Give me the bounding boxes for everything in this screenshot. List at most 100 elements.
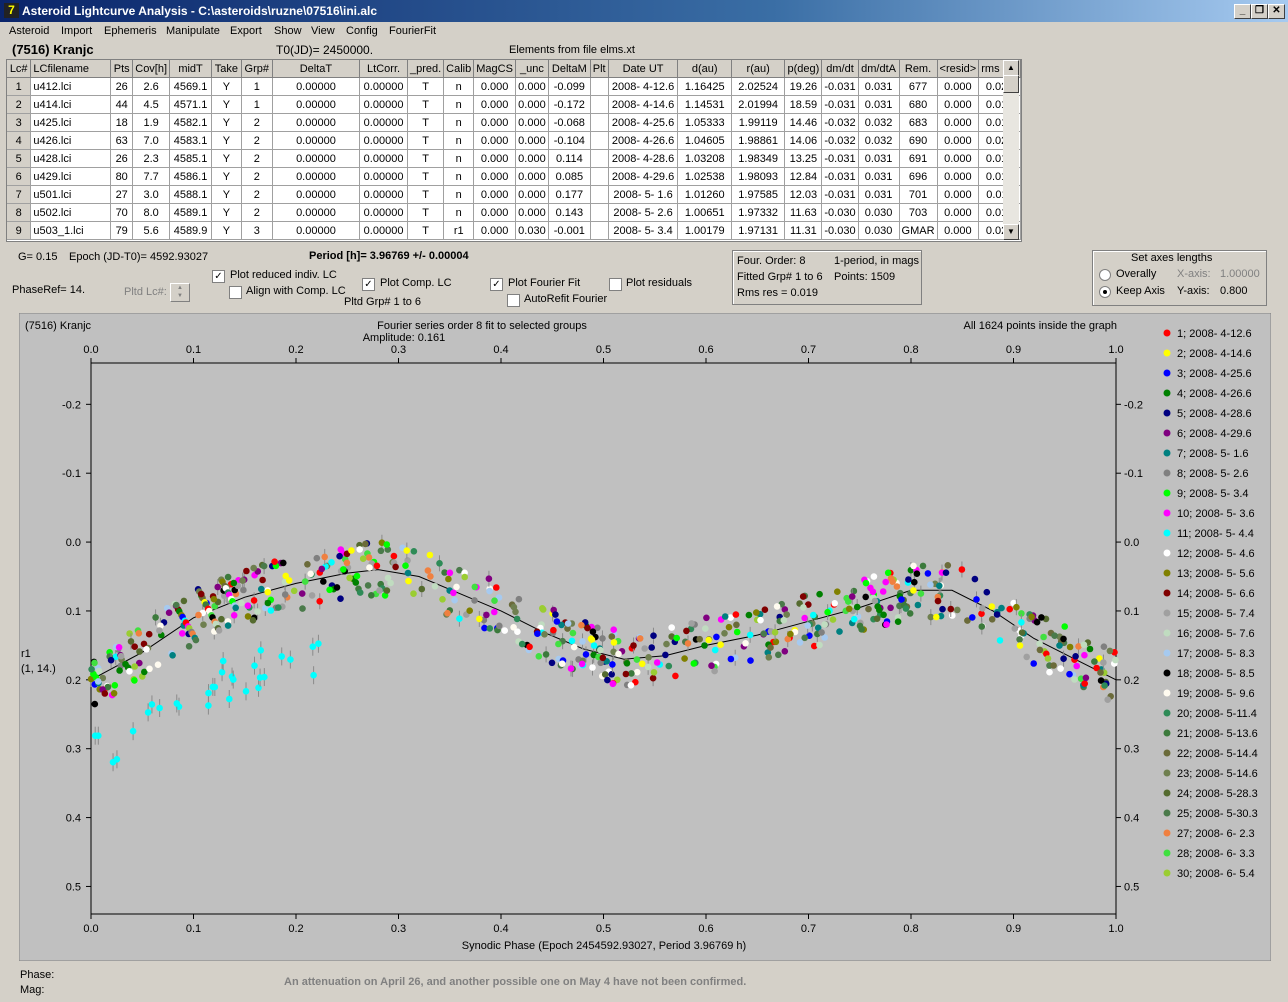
table-cell[interactable]: 0.000 xyxy=(515,131,549,150)
table-cell[interactable]: 2.6 xyxy=(132,77,171,96)
table-cell[interactable]: 0.000 xyxy=(473,221,516,240)
table-cell[interactable]: 1.14531 xyxy=(677,95,732,114)
table-cell[interactable]: Y xyxy=(211,131,242,150)
column-header[interactable]: LtCorr. xyxy=(359,60,408,78)
column-header[interactable]: _unc xyxy=(515,60,549,78)
table-cell[interactable]: 683 xyxy=(899,113,938,132)
column-header[interactable]: <resid> xyxy=(937,60,980,78)
table-cell[interactable]: 1.97332 xyxy=(731,203,786,222)
table-scrollbar[interactable]: ▲ ▼ xyxy=(1003,60,1019,240)
column-header[interactable]: MagCS xyxy=(473,60,516,78)
table-cell[interactable]: T xyxy=(407,149,445,168)
table-cell[interactable]: -0.030 xyxy=(821,203,859,222)
table-cell[interactable]: 2 xyxy=(241,203,273,222)
table-cell[interactable]: 7.7 xyxy=(132,167,171,186)
column-header[interactable]: Grp# xyxy=(241,60,273,78)
lightcurve-table[interactable]: Lc# LCfilename Pts Cov[h] midT Take Grp# DeltaT… xyxy=(6,59,1022,242)
table-cell[interactable]: n xyxy=(443,113,475,132)
scroll-up-icon[interactable]: ▲ xyxy=(1003,60,1019,76)
table-cell[interactable] xyxy=(590,95,609,114)
table-cell[interactable]: 5.6 xyxy=(132,221,171,240)
table-cell[interactable]: 0.000 xyxy=(515,95,549,114)
table-cell[interactable]: 7.0 xyxy=(132,131,171,150)
table-cell[interactable]: 0.030 xyxy=(858,203,900,222)
menu-view[interactable]: View xyxy=(311,25,335,37)
table-cell[interactable]: u428.lci xyxy=(30,149,112,168)
table-cell[interactable]: u426.lci xyxy=(30,131,112,150)
table-cell[interactable]: 0.030 xyxy=(515,221,549,240)
table-cell[interactable]: r1 xyxy=(443,221,475,240)
column-header[interactable]: Plt xyxy=(590,60,609,78)
table-cell[interactable]: 13.25 xyxy=(784,149,823,168)
overally-radio[interactable] xyxy=(1099,269,1111,281)
menu-asteroid[interactable]: Asteroid xyxy=(9,25,49,37)
table-cell[interactable]: 2.3 xyxy=(132,149,171,168)
table-cell[interactable]: u501.lci xyxy=(30,185,112,204)
table-cell[interactable]: 0.00000 xyxy=(359,203,408,222)
table-cell[interactable]: 4569.1 xyxy=(169,77,212,96)
table-cell[interactable]: 0.00000 xyxy=(272,131,361,150)
table-cell[interactable]: 1 xyxy=(7,77,32,96)
table-cell[interactable]: 0.031 xyxy=(858,77,900,96)
table-cell[interactable]: 2008- 4-28.6 xyxy=(608,149,679,168)
table-cell[interactable]: 0.00000 xyxy=(272,95,361,114)
table-row[interactable]: 9 u503_1.lci 79 5.6 4589.9 Y 3 0.00000 0.00000 Tr… xyxy=(7,221,1021,240)
table-cell[interactable]: 0.000 xyxy=(937,95,980,114)
table-row[interactable]: 3 u425.lci 18 1.9 4582.1 Y 2 0.00000 0.00000 Tn 0.… xyxy=(7,113,1021,132)
menu-ephemeris[interactable]: Ephemeris xyxy=(104,25,157,37)
table-cell[interactable]: 2 xyxy=(241,113,273,132)
table-cell[interactable]: 680 xyxy=(899,95,938,114)
table-cell[interactable]: 0.032 xyxy=(858,113,900,132)
table-cell[interactable]: 2008- 5- 1.6 xyxy=(608,185,679,204)
table-cell[interactable]: 4582.1 xyxy=(169,113,212,132)
table-cell[interactable] xyxy=(590,185,609,204)
table-row[interactable]: 6 u429.lci 80 7.7 4586.1 Y 2 0.00000 0.00000 Tn 0.… xyxy=(7,167,1021,186)
table-cell[interactable]: -0.068 xyxy=(548,113,591,132)
table-cell[interactable]: 3 xyxy=(7,113,32,132)
table-cell[interactable]: 80 xyxy=(110,167,134,186)
table-cell[interactable]: 691 xyxy=(899,149,938,168)
table-cell[interactable]: 0.031 xyxy=(858,95,900,114)
table-cell[interactable]: GMAR xyxy=(899,221,938,240)
table-cell[interactable]: Y xyxy=(211,221,242,240)
table-cell[interactable]: 0.031 xyxy=(858,185,900,204)
table-cell[interactable]: 0.00000 xyxy=(359,185,408,204)
table-cell[interactable]: T xyxy=(407,221,445,240)
table-cell[interactable]: Y xyxy=(211,77,242,96)
table-cell[interactable]: 0.000 xyxy=(515,203,549,222)
menu-export[interactable]: Export xyxy=(230,25,262,37)
table-cell[interactable]: n xyxy=(443,203,475,222)
table-cell[interactable]: 12.03 xyxy=(784,185,823,204)
table-cell[interactable]: 12.84 xyxy=(784,167,823,186)
plot-comp-checkbox[interactable]: ✓ xyxy=(362,278,375,291)
table-row[interactable]: 7 u501.lci 27 3.0 4588.1 Y 2 0.00000 0.00000 Tn 0.… xyxy=(7,185,1021,204)
table-cell[interactable]: u502.lci xyxy=(30,203,112,222)
column-header[interactable]: midT xyxy=(169,60,212,78)
table-cell[interactable]: 1.00179 xyxy=(677,221,732,240)
table-cell[interactable]: -0.099 xyxy=(548,77,591,96)
table-cell[interactable]: -0.031 xyxy=(821,149,859,168)
table-cell[interactable]: u429.lci xyxy=(30,167,112,186)
column-header[interactable]: Take xyxy=(211,60,242,78)
table-cell[interactable]: 2 xyxy=(7,95,32,114)
table-cell[interactable]: 1.02538 xyxy=(677,167,732,186)
table-row[interactable]: 4 u426.lci 63 7.0 4583.1 Y 2 0.00000 0.00000 Tn 0.… xyxy=(7,131,1021,150)
table-cell[interactable]: 4 xyxy=(7,131,32,150)
table-cell[interactable]: 0.000 xyxy=(937,221,980,240)
menu-show[interactable]: Show xyxy=(274,25,302,37)
table-cell[interactable]: 70 xyxy=(110,203,134,222)
menu-config[interactable]: Config xyxy=(346,25,378,37)
table-cell[interactable]: 0.085 xyxy=(548,167,591,186)
table-cell[interactable]: 8 xyxy=(7,203,32,222)
table-cell[interactable]: 0.000 xyxy=(937,149,980,168)
menu-fourierfit[interactable]: FourierFit xyxy=(389,25,436,37)
plot-residuals-checkbox[interactable] xyxy=(609,278,622,291)
table-cell[interactable]: -0.031 xyxy=(821,77,859,96)
table-cell[interactable]: u425.lci xyxy=(30,113,112,132)
close-icon[interactable]: ✕ xyxy=(1268,4,1285,19)
table-cell[interactable]: u503_1.lci xyxy=(30,221,112,240)
table-cell[interactable]: n xyxy=(443,95,475,114)
table-cell[interactable]: 8.0 xyxy=(132,203,171,222)
table-cell[interactable]: 0.000 xyxy=(515,149,549,168)
table-cell[interactable]: 2008- 4-25.6 xyxy=(608,113,679,132)
